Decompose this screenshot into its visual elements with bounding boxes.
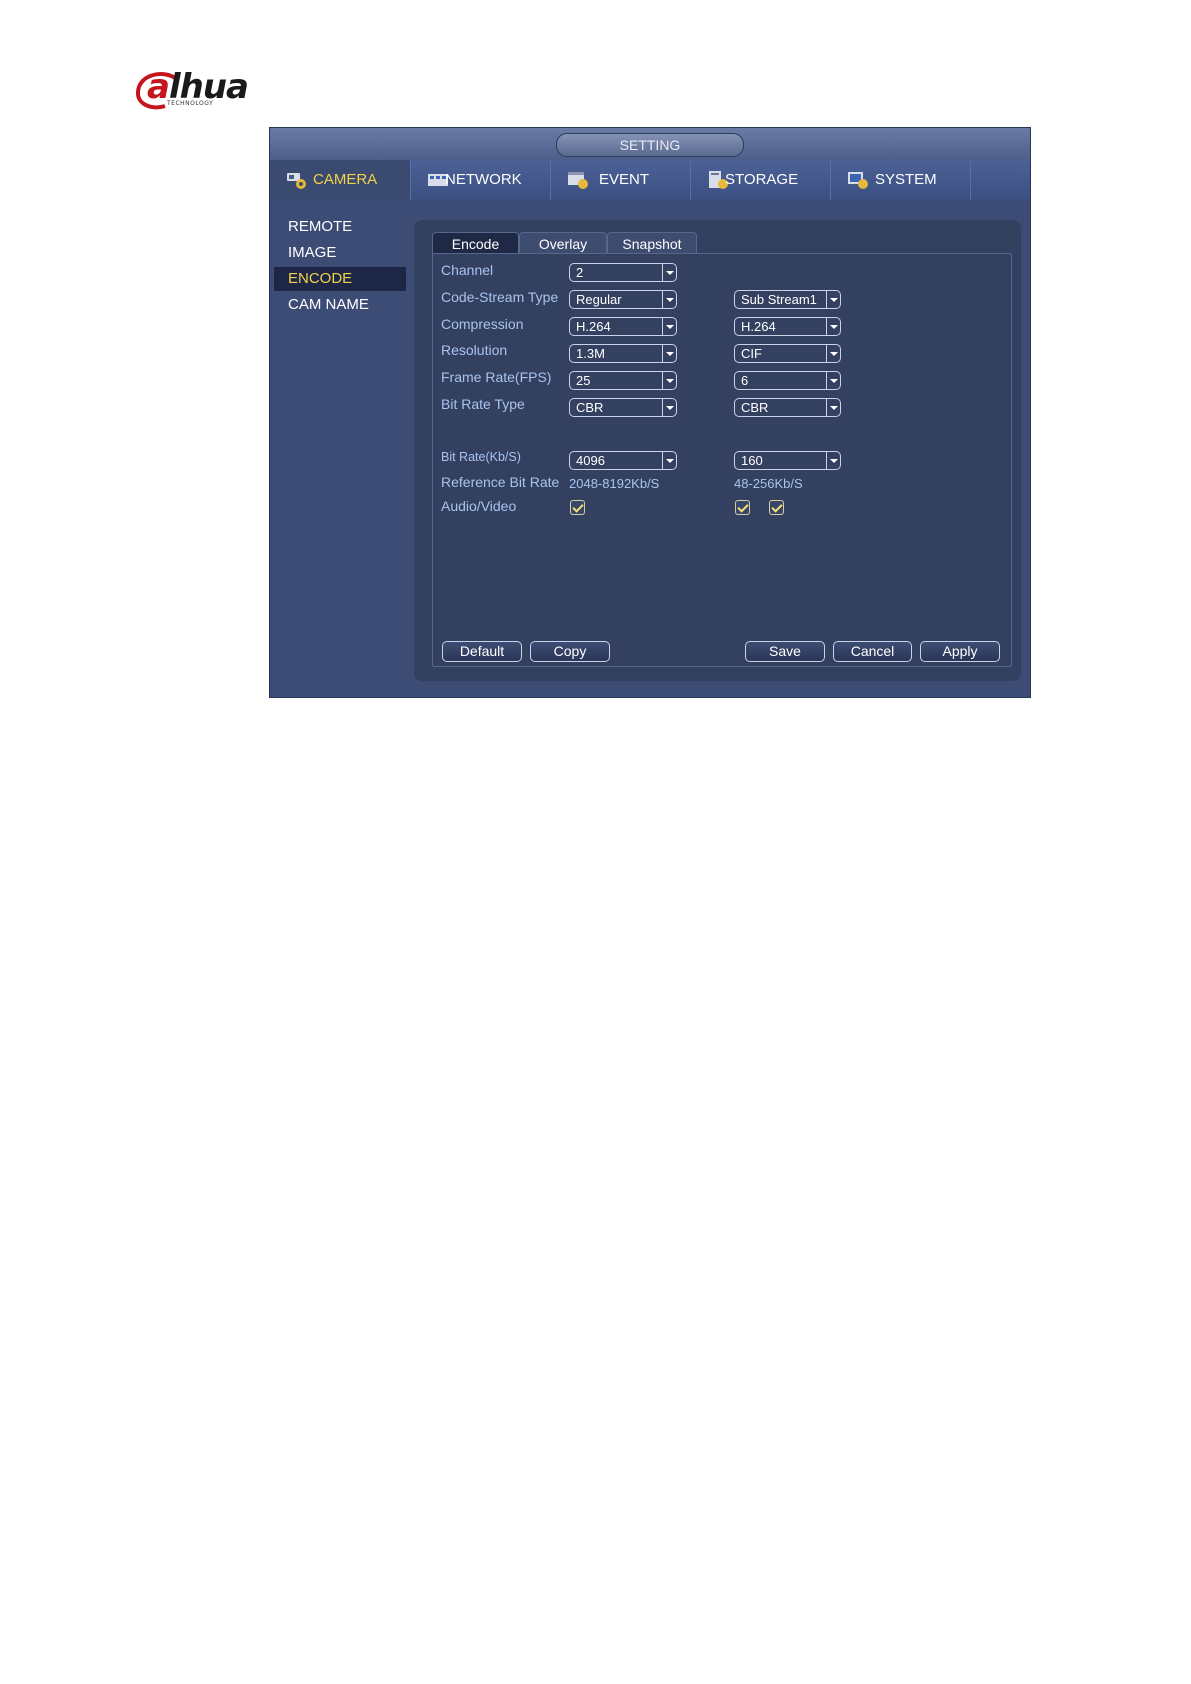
code-stream-type-label: Code-Stream Type	[441, 289, 559, 305]
sidebar-item-encode[interactable]: ENCODE	[274, 267, 406, 291]
chevron-down-icon	[826, 452, 840, 469]
setting-window: SETTING CAMERA NETWORK EVENT STORAGE SYS…	[270, 128, 1030, 697]
sidebar-item-cam-name[interactable]: CAM NAME	[274, 293, 406, 317]
chevron-down-icon	[826, 372, 840, 389]
sub-compression-select[interactable]: H.264	[734, 317, 841, 336]
bit-rate-type-label: Bit Rate Type	[441, 396, 525, 412]
chevron-down-icon	[662, 345, 676, 362]
sub-reference-bit-rate: 48-256Kb/S	[734, 476, 803, 491]
sub-audio-checkbox[interactable]	[769, 500, 784, 515]
copy-button[interactable]: Copy	[530, 641, 610, 662]
title-bar: SETTING	[270, 128, 1030, 160]
sub-bit-rate-type-select[interactable]: CBR	[734, 398, 841, 417]
tab-overlay[interactable]: Overlay	[519, 232, 607, 254]
sidebar-item-remote[interactable]: REMOTE	[274, 215, 406, 239]
window-title: SETTING	[556, 133, 744, 157]
channel-select[interactable]: 2	[569, 263, 677, 282]
sub-resolution-select[interactable]: CIF	[734, 344, 841, 363]
camera-settings-icon	[287, 173, 306, 189]
tab-snapshot[interactable]: Snapshot	[607, 232, 697, 254]
chevron-down-icon	[662, 399, 676, 416]
logo-tagline: TECHNOLOGY	[167, 100, 214, 107]
frame-rate-label: Frame Rate(FPS)	[441, 369, 552, 385]
reference-bit-rate-label: Reference Bit Rate	[441, 474, 560, 490]
menu-tab-network[interactable]: NETWORK	[411, 160, 551, 200]
chevron-down-icon	[662, 318, 676, 335]
main-compression-select[interactable]: H.264	[569, 317, 677, 336]
main-resolution-select[interactable]: 1.3M	[569, 344, 677, 363]
chevron-down-icon	[662, 264, 676, 281]
system-icon	[848, 172, 868, 189]
main-stream-type-select[interactable]: Regular	[569, 290, 677, 309]
main-bit-rate-type-select[interactable]: CBR	[569, 398, 677, 417]
bit-rate-label: Bit Rate(Kb/S)	[441, 450, 521, 464]
save-button[interactable]: Save	[745, 641, 825, 662]
chevron-down-icon	[826, 399, 840, 416]
chevron-down-icon	[662, 452, 676, 469]
chevron-down-icon	[826, 318, 840, 335]
chevron-down-icon	[826, 291, 840, 308]
dahua-logo: alhua TECHNOLOGY	[135, 68, 260, 110]
sidebar-item-image[interactable]: IMAGE	[274, 241, 406, 265]
menu-tab-system[interactable]: SYSTEM	[831, 160, 971, 200]
sub-stream-type-select[interactable]: Sub Stream1	[734, 290, 841, 309]
chevron-down-icon	[662, 291, 676, 308]
sub-frame-rate-select[interactable]: 6	[734, 371, 841, 390]
resolution-label: Resolution	[441, 342, 508, 358]
sub-bit-rate-select[interactable]: 160	[734, 451, 841, 470]
audio-video-label: Audio/Video	[441, 498, 517, 514]
chevron-down-icon	[826, 345, 840, 362]
menu-tab-storage[interactable]: STORAGE	[691, 160, 831, 200]
compression-label: Compression	[441, 316, 524, 332]
menu-tab-camera[interactable]: CAMERA	[270, 160, 411, 200]
cancel-button[interactable]: Cancel	[833, 641, 912, 662]
menu-tab-event[interactable]: EVENT	[551, 160, 691, 200]
main-bit-rate-select[interactable]: 4096	[569, 451, 677, 470]
channel-label: Channel	[441, 262, 494, 278]
apply-button[interactable]: Apply	[920, 641, 1000, 662]
event-icon	[568, 172, 588, 189]
encode-panel: Encode Overlay Snapshot Channel Code-Str…	[414, 220, 1021, 681]
default-button[interactable]: Default	[442, 641, 522, 662]
tab-encode[interactable]: Encode	[432, 232, 519, 254]
main-menu-bar: CAMERA NETWORK EVENT STORAGE SYSTEM	[270, 160, 1030, 200]
main-video-checkbox[interactable]	[570, 500, 585, 515]
chevron-down-icon	[662, 372, 676, 389]
main-frame-rate-select[interactable]: 25	[569, 371, 677, 390]
main-reference-bit-rate: 2048-8192Kb/S	[569, 476, 660, 491]
sub-video-checkbox[interactable]	[735, 500, 750, 515]
